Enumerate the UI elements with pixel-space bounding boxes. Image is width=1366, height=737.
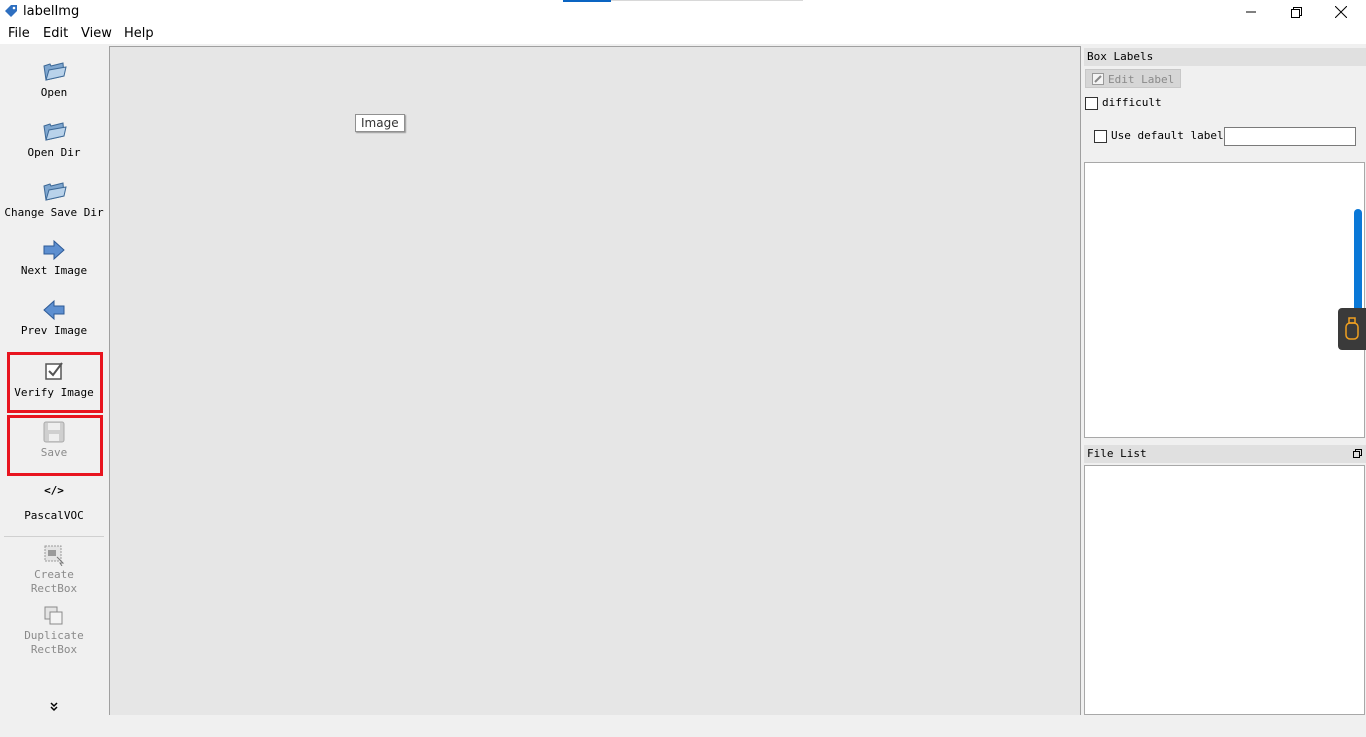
folder-open-icon xyxy=(43,62,67,81)
next-image-button[interactable]: Next Image xyxy=(0,238,108,278)
verify-image-button[interactable]: Verify Image xyxy=(0,360,108,400)
open-dir-label: Open Dir xyxy=(27,146,81,159)
app-tag-icon xyxy=(5,5,17,17)
save-button[interactable]: Save xyxy=(0,420,108,460)
box-labels-title: Box Labels xyxy=(1084,48,1366,66)
arrow-left-icon xyxy=(43,299,65,321)
usb-drive-icon xyxy=(1345,317,1359,340)
prev-image-label: Prev Image xyxy=(20,324,88,337)
floppy-disk-icon xyxy=(43,421,65,443)
change-save-dir-label: Change Save Dir xyxy=(4,206,104,219)
close-button[interactable] xyxy=(1318,0,1364,24)
verify-image-label: Verify Image xyxy=(14,386,94,399)
save-label: Save xyxy=(40,446,68,459)
difficult-checkbox[interactable] xyxy=(1085,97,1098,110)
floating-side-widget[interactable] xyxy=(1338,308,1366,350)
open-dir-button[interactable]: Open Dir xyxy=(0,118,108,160)
checkbox-icon xyxy=(45,362,63,380)
toolbar: Open Open Dir Change Save Dir Next Image… xyxy=(0,46,108,715)
menu-edit[interactable]: Edit xyxy=(43,26,68,41)
minimize-icon xyxy=(1246,11,1256,13)
image-tooltip: Image xyxy=(355,114,405,132)
minimize-button[interactable] xyxy=(1228,0,1274,24)
title-divider-line xyxy=(611,0,803,1)
default-label-input[interactable] xyxy=(1224,127,1356,146)
label-list[interactable] xyxy=(1084,162,1365,438)
difficult-label: difficult xyxy=(1102,96,1162,109)
edit-label-text: Edit Label xyxy=(1108,73,1175,86)
undock-icon[interactable] xyxy=(1353,449,1362,458)
change-save-dir-button[interactable]: Change Save Dir xyxy=(0,178,108,220)
edit-pencil-icon xyxy=(1092,73,1104,85)
create-rectbox-label-line1: Create xyxy=(34,568,74,581)
create-rectbox-label-line2: RectBox xyxy=(30,582,78,595)
edit-label-button[interactable]: Edit Label xyxy=(1085,69,1181,88)
menu-file[interactable]: File xyxy=(8,26,30,41)
title-accent-line xyxy=(563,0,611,2)
label-list-scrollbar[interactable] xyxy=(1354,209,1362,314)
use-default-label-text: Use default label xyxy=(1111,129,1224,142)
image-canvas[interactable]: Image xyxy=(109,46,1081,716)
duplicate-rectbox-icon xyxy=(44,606,63,625)
create-rectbox-button[interactable]: Create RectBox xyxy=(0,544,108,596)
toolbar-divider xyxy=(4,536,104,537)
close-icon xyxy=(1335,6,1347,18)
next-image-label: Next Image xyxy=(20,264,88,277)
title-bar: labelImg xyxy=(0,0,1366,24)
create-rectbox-icon xyxy=(44,545,65,566)
file-list-title: File List xyxy=(1084,445,1366,463)
file-list-title-text: File List xyxy=(1087,447,1147,460)
menu-bar: File Edit View Help xyxy=(0,24,1366,44)
restore-button[interactable] xyxy=(1273,0,1319,24)
arrow-right-icon xyxy=(43,239,65,261)
duplicate-rectbox-button[interactable]: Duplicate RectBox xyxy=(0,605,108,657)
use-default-label-checkbox[interactable] xyxy=(1094,130,1107,143)
restore-icon xyxy=(1290,6,1302,18)
pascalvoc-label: PascalVOC xyxy=(24,509,84,522)
open-button[interactable]: Open xyxy=(0,58,108,100)
toolbar-more-button[interactable] xyxy=(0,702,108,712)
status-bar xyxy=(0,715,1366,737)
prev-image-button[interactable]: Prev Image xyxy=(0,298,108,338)
pascalvoc-format-button[interactable]: </> PascalVOC xyxy=(0,482,108,523)
duplicate-rectbox-label-line1: Duplicate xyxy=(24,629,84,642)
code-icon: </> xyxy=(44,484,64,497)
file-list[interactable] xyxy=(1084,465,1365,715)
open-label: Open xyxy=(40,86,68,99)
folder-open-icon xyxy=(43,122,67,141)
menu-view[interactable]: View xyxy=(81,26,112,41)
folder-open-icon xyxy=(43,182,67,201)
duplicate-rectbox-label-line2: RectBox xyxy=(30,643,78,656)
window-title: labelImg xyxy=(23,4,80,19)
menu-help[interactable]: Help xyxy=(124,26,154,41)
chevron-double-down-icon xyxy=(50,702,58,712)
